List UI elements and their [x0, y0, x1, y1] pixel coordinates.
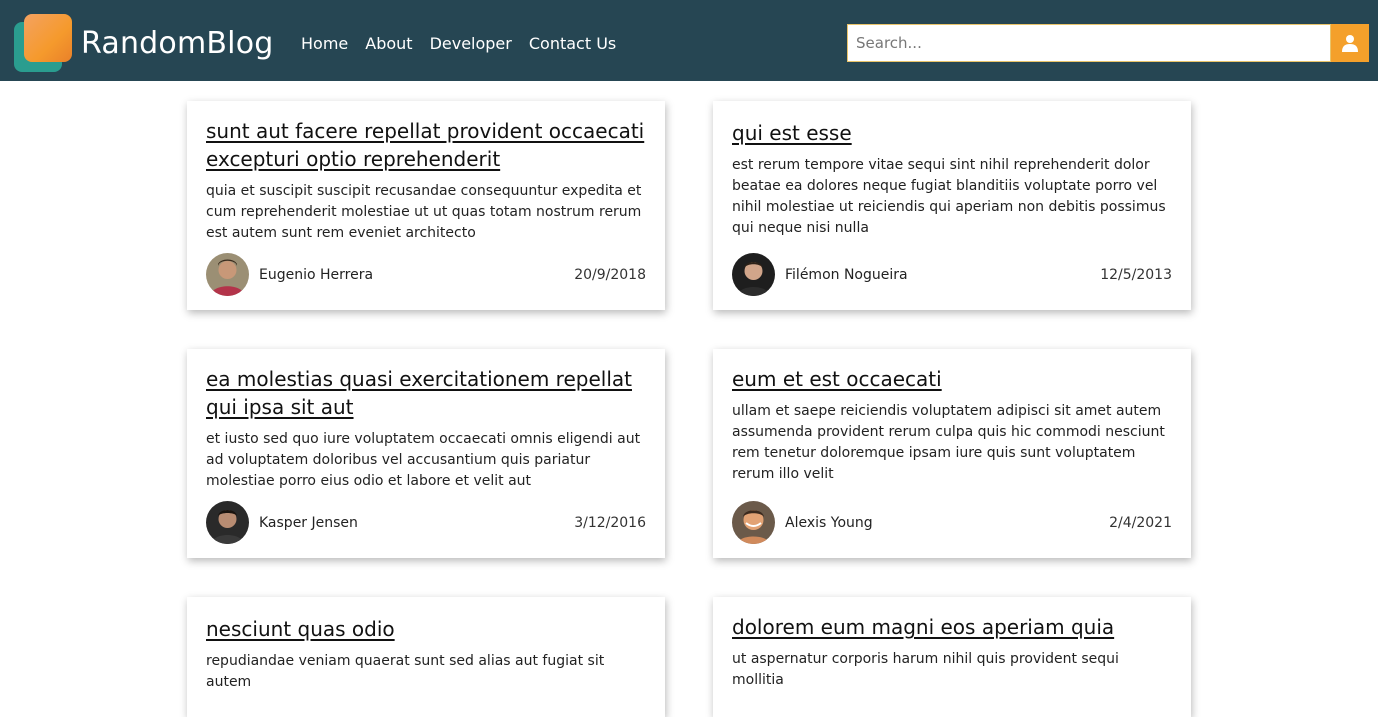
post-date: 2/4/2021 — [1109, 514, 1172, 531]
search-input[interactable] — [847, 24, 1331, 62]
post-author[interactable]: Filémon Nogueira — [785, 267, 908, 283]
post-date: 12/5/2013 — [1100, 266, 1172, 283]
post-author[interactable]: Alexis Young — [785, 515, 873, 531]
post-title[interactable]: dolorem eum magni eos aperiam quia — [732, 613, 1172, 641]
post-body: ullam et saepe reiciendis voluptatem adi… — [732, 403, 1165, 482]
brand-name[interactable]: RandomBlog — [81, 26, 274, 62]
user-button[interactable] — [1331, 24, 1369, 62]
post-body: est rerum tempore vitae sequi sint nihil… — [732, 157, 1166, 236]
post-footer: Eugenio Herrera 20/9/2018 — [206, 253, 646, 296]
post-footer: Filémon Nogueira 12/5/2013 — [732, 253, 1172, 296]
post-card[interactable]: dolorem eum magni eos aperiam quia ut as… — [713, 597, 1191, 717]
post-author[interactable]: Kasper Jensen — [259, 515, 358, 531]
user-icon — [1342, 35, 1358, 52]
post-footer: Alexis Young 2/4/2021 — [732, 501, 1172, 544]
navbar: RandomBlog Home About Developer Contact … — [0, 0, 1378, 81]
post-footer: Kasper Jensen 3/12/2016 — [206, 501, 646, 544]
post-date: 3/12/2016 — [574, 514, 646, 531]
avatar — [732, 253, 775, 296]
nav-home[interactable]: Home — [301, 33, 348, 55]
post-card[interactable]: eum et est occaecati ullam et saepe reic… — [713, 349, 1191, 558]
avatar — [206, 501, 249, 544]
logo-front-shape — [24, 14, 72, 62]
post-title[interactable]: nesciunt quas odio — [206, 615, 646, 643]
nav-developer[interactable]: Developer — [430, 33, 512, 55]
post-title[interactable]: eum et est occaecati — [732, 365, 1172, 393]
post-body: quia et suscipit suscipit recusandae con… — [206, 183, 642, 241]
nav-contact-us[interactable]: Contact Us — [529, 33, 616, 55]
nav-about[interactable]: About — [365, 33, 412, 55]
post-title[interactable]: ea molestias quasi exercitationem repell… — [206, 365, 646, 421]
post-card[interactable]: nesciunt quas odio repudiandae veniam qu… — [187, 597, 665, 717]
post-body: repudiandae veniam quaerat sunt sed alia… — [206, 653, 605, 690]
main-nav: Home About Developer Contact Us — [301, 33, 616, 55]
post-title[interactable]: qui est esse — [732, 119, 1172, 147]
post-body: et iusto sed quo iure voluptatem occaeca… — [206, 431, 641, 489]
post-card[interactable]: qui est esse est rerum tempore vitae seq… — [713, 101, 1191, 310]
post-author[interactable]: Eugenio Herrera — [259, 267, 373, 283]
post-body: ut aspernatur corporis harum nihil quis … — [732, 651, 1119, 688]
avatar — [732, 501, 775, 544]
avatar — [206, 253, 249, 296]
post-card[interactable]: sunt aut facere repellat provident occae… — [187, 101, 665, 310]
post-card[interactable]: ea molestias quasi exercitationem repell… — [187, 349, 665, 558]
brand-logo[interactable] — [14, 14, 72, 72]
post-title[interactable]: sunt aut facere repellat provident occae… — [206, 117, 646, 173]
post-date: 20/9/2018 — [574, 266, 646, 283]
